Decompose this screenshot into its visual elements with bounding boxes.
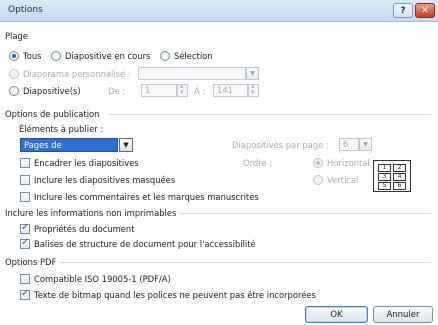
slides-per-page-value: 6 (343, 139, 349, 149)
preview-cell: 3 (378, 173, 391, 181)
title-bar: Options ? ✕ (0, 0, 438, 22)
chevron-down-icon: ▼ (123, 141, 129, 149)
help-button[interactable]: ? (393, 3, 413, 18)
checkbox-structure-tags[interactable] (20, 237, 30, 249)
close-button[interactable]: ✕ (415, 3, 435, 18)
checkbox-comments-ink[interactable] (20, 192, 30, 202)
checkbox-hidden-slides-label: Inclure les diapositives masquées (34, 175, 176, 185)
checkbox-comments-ink-label: Inclure les commentaires et les marques … (34, 192, 259, 202)
preview-cell: 4 (393, 173, 406, 181)
from-spinner[interactable] (177, 82, 188, 97)
cancel-button-label: Annuler (386, 309, 420, 320)
from-value: 1 (145, 85, 151, 95)
to-spinner[interactable] (248, 82, 259, 97)
section-divider (59, 262, 431, 263)
publish-what-label: Éléments à publier : (19, 124, 104, 134)
checkbox-bitmap-text-label: Texte de bitmap quand les polices ne peu… (34, 290, 316, 300)
checkbox-structure-tags-label: Balises de structure de document pour l'… (34, 239, 256, 249)
radio-current-slide[interactable] (51, 51, 61, 61)
close-icon: ✕ (421, 5, 429, 16)
checkbox-frame-slides[interactable] (20, 158, 30, 168)
checkbox-iso-compliant[interactable] (20, 274, 30, 284)
cancel-button[interactable]: Annuler (373, 306, 433, 323)
section-publish: Options de publication (5, 108, 433, 120)
section-publish-heading: Options de publication (5, 109, 100, 119)
from-field[interactable]: 1 (141, 84, 177, 97)
window-title: Options (8, 5, 43, 15)
to-label: À : (194, 86, 206, 96)
checkbox-doc-properties-label: Propriétés du document (34, 224, 135, 234)
ok-button[interactable]: OK (305, 306, 368, 323)
section-pdf: Options PDF (5, 256, 433, 268)
radio-slides[interactable] (9, 86, 19, 96)
chevron-down-icon: ▼ (363, 141, 368, 148)
radio-all[interactable] (9, 51, 19, 61)
order-label: Ordre : (243, 158, 273, 168)
publish-what-dropdown[interactable]: ▼ (119, 138, 133, 152)
ok-button-label: OK (330, 309, 343, 320)
radio-selection-label: Sélection (174, 51, 213, 61)
radio-vertical[interactable] (313, 175, 323, 185)
radio-custom-show-label: Diaporama personnalisé : (23, 69, 131, 79)
checkbox-iso-compliant-label: Compatible ISO 19005-1 (PDF/A) (34, 274, 171, 284)
radio-horizontal[interactable] (313, 158, 323, 168)
preview-cell: 2 (393, 164, 406, 172)
radio-selection[interactable] (160, 51, 170, 61)
section-non-printing: Inclure les informations non imprimables (5, 207, 433, 219)
radio-slides-label: Diapositive(s) (23, 86, 81, 96)
preview-cell: 1 (378, 164, 391, 172)
section-pdf-heading: Options PDF (5, 257, 57, 267)
custom-show-select[interactable] (138, 67, 246, 80)
publish-what-select[interactable]: Pages de commentaires (20, 138, 118, 162)
checkbox-hidden-slides[interactable] (20, 175, 30, 185)
radio-current-slide-label: Diapositive en cours (65, 51, 151, 61)
custom-show-dropdown[interactable]: ▼ (246, 67, 259, 80)
section-range: Plage (5, 30, 433, 42)
chevron-down-icon: ▼ (250, 70, 255, 77)
to-value: 141 (217, 85, 233, 95)
preview-cell: 6 (393, 182, 406, 190)
from-label: De : (108, 86, 126, 96)
radio-vertical-label: Vertical (327, 175, 359, 185)
checkbox-frame-slides-label: Encadrer les diapositives (34, 158, 139, 168)
preview-cell: 5 (378, 182, 391, 190)
section-divider (109, 114, 431, 115)
checkbox-doc-properties[interactable] (20, 222, 30, 234)
section-non-printing-heading: Inclure les informations non imprimables (5, 208, 177, 218)
section-divider (179, 213, 431, 214)
slides-per-page-dropdown[interactable]: ▼ (359, 138, 372, 151)
radio-all-label: Tous (23, 51, 42, 61)
slides-per-page-label: Diapositives par page : (232, 140, 329, 150)
to-field[interactable]: 141 (213, 84, 248, 97)
help-icon: ? (400, 5, 406, 16)
checkbox-bitmap-text[interactable] (20, 288, 30, 300)
page-layout-preview: 1 2 3 4 5 6 (373, 160, 411, 192)
radio-horizontal-label: Horizontal (327, 158, 370, 168)
slides-per-page-select[interactable]: 6 (339, 138, 359, 151)
radio-custom-show[interactable] (9, 69, 19, 79)
section-range-heading: Plage (5, 31, 28, 41)
